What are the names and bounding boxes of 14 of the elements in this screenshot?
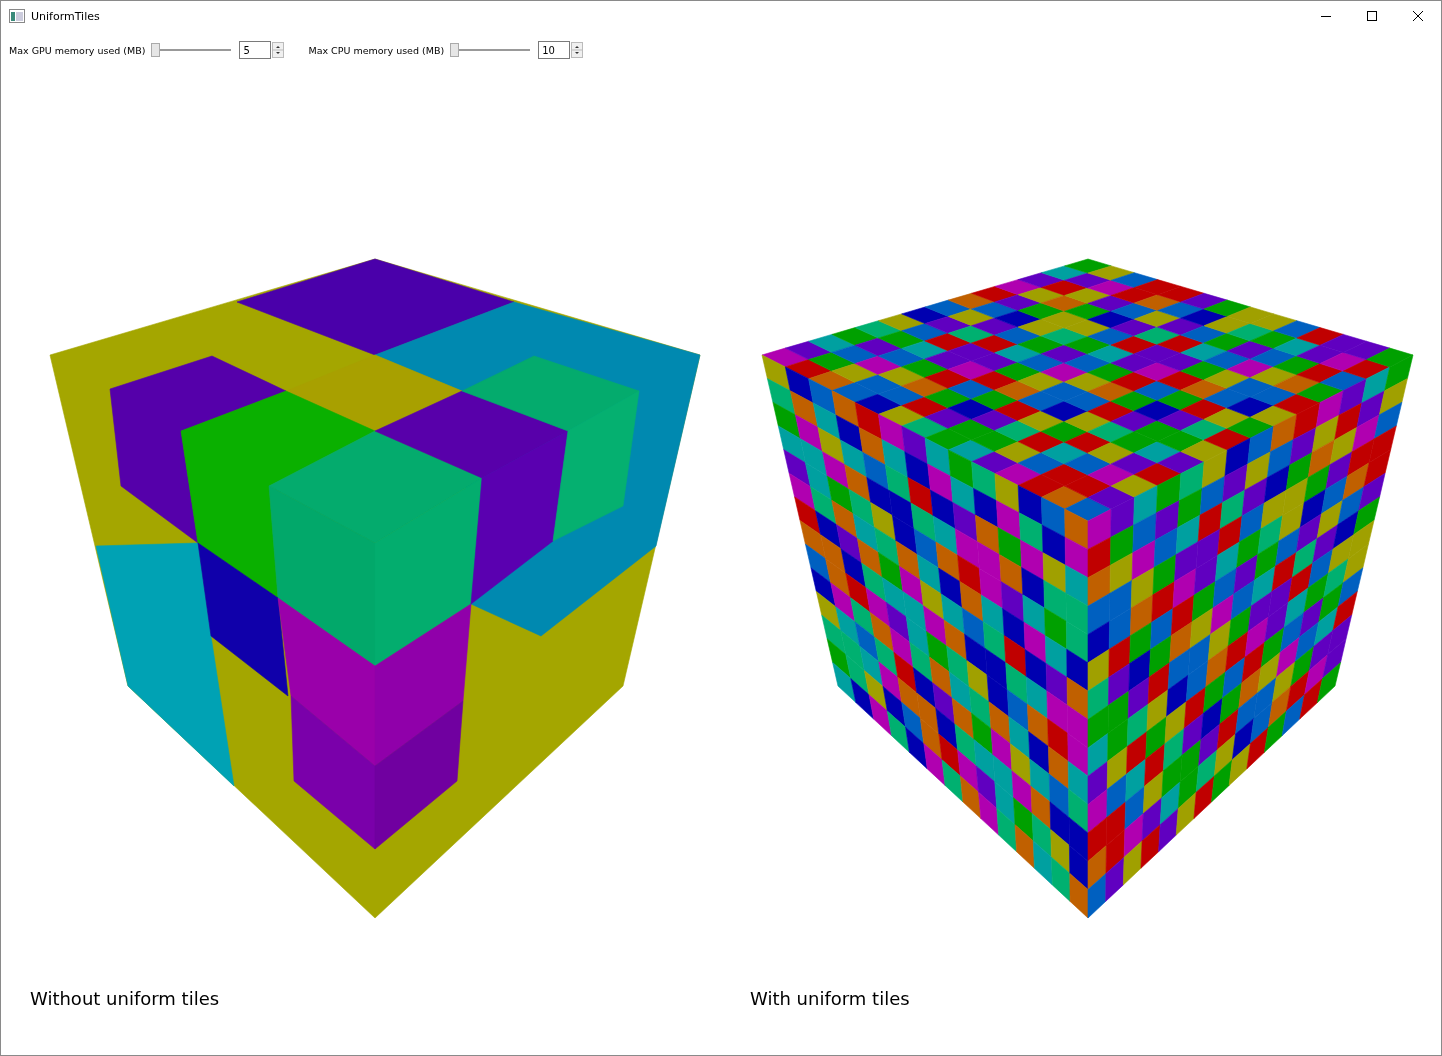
view-caption: With uniform tiles [749, 987, 911, 1009]
app-icon [9, 9, 25, 23]
maximize-icon [1366, 10, 1378, 22]
slider-label: Max CPU memory used (MB) [308, 44, 445, 56]
window-title: UniformTiles [31, 9, 100, 23]
spin-arrows-button[interactable] [272, 42, 285, 58]
slider-label: Max GPU memory used (MB) [9, 44, 146, 56]
slider-thumb[interactable] [151, 43, 161, 57]
view-caption: Without uniform tiles [29, 987, 221, 1009]
close-icon [1412, 10, 1424, 22]
spin-box-field[interactable]: 10 [538, 41, 571, 59]
spin-box-field[interactable]: 5 [239, 41, 272, 59]
slider-thumb[interactable] [450, 43, 460, 57]
spin-arrows-button[interactable] [571, 42, 584, 58]
